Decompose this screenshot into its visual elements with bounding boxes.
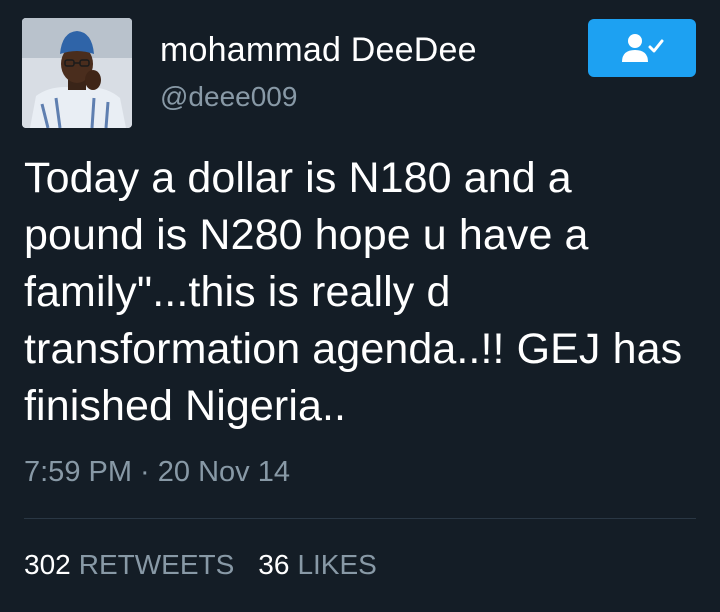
follow-user-icon <box>622 34 664 62</box>
tweet-line: transformation agenda..!! GEJ has <box>24 325 683 373</box>
tweet-stats: 302 RETWEETS 36 LIKES <box>24 548 377 582</box>
avatar[interactable] <box>22 18 132 128</box>
likes-label: LIKES <box>297 549 377 580</box>
tweet-timestamp[interactable]: 7:59 PM · 20 Nov 14 <box>24 455 290 489</box>
profile-photo <box>22 18 132 128</box>
retweets-label: RETWEETS <box>78 549 235 580</box>
likes-count: 36 <box>258 549 290 580</box>
tweet-line: Today a dollar is N180 and a <box>24 154 572 202</box>
tweet-line: finished Nigeria.. <box>24 382 347 430</box>
likes-stat[interactable]: 36 LIKES <box>258 549 377 580</box>
retweets-stat[interactable]: 302 RETWEETS <box>24 549 234 580</box>
user-handle[interactable]: @deee009 <box>160 80 297 114</box>
retweets-count: 302 <box>24 549 71 580</box>
tweet-line: pound is N280 hope u have a <box>24 211 589 259</box>
tweet-text: Today a dollar is N180 and a pound is N2… <box>24 150 704 435</box>
divider <box>24 518 696 519</box>
tweet-line: family"...this is really d <box>24 268 451 316</box>
follow-button[interactable] <box>588 19 696 77</box>
display-name[interactable]: mohammad DeeDee <box>160 30 477 70</box>
